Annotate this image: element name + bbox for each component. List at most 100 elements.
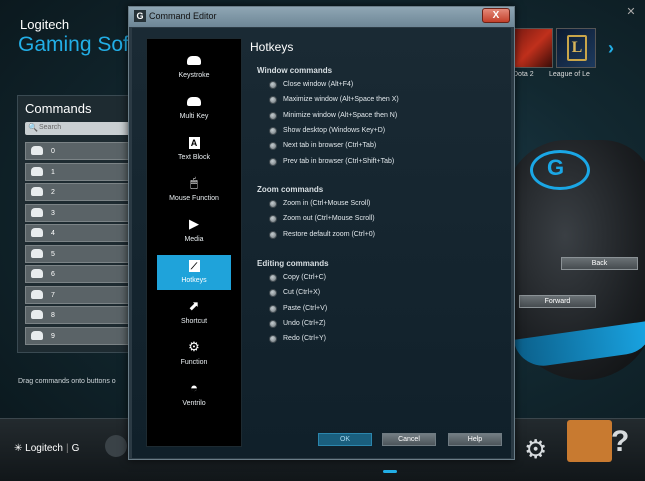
hotkey-option-label: Close window (Alt+F4) [283,81,354,88]
command-label: 0 [51,148,55,155]
lol-logo-icon: L [567,35,587,61]
drag-hint: Drag commands onto buttons o [18,378,116,385]
function-item-multi-key[interactable]: Multi Key [157,91,231,126]
cancel-button[interactable]: Cancel [382,433,436,446]
shortcut-icon: ⬈ [188,298,200,313]
search-input[interactable]: 🔍 Search [25,122,133,135]
hotkey-option-label: Next tab in browser (Ctrl+Tab) [283,142,377,150]
content-title: Hotkeys [250,40,294,54]
commands-heading: Commands [25,101,92,116]
function-item-text-block[interactable]: A Text Block [157,132,231,167]
footer-brand-text: Logitech [25,443,63,454]
keystroke-icon [31,207,43,217]
command-item[interactable]: 0 [25,142,133,160]
back-button-assignment[interactable]: Back [561,257,638,270]
command-label: 9 [51,332,55,340]
function-label: Function [180,359,208,366]
multi-key-icon [157,93,231,110]
game-tile-dota[interactable] [513,28,553,68]
command-item[interactable]: 1 [25,162,133,181]
radio-button[interactable] [269,81,277,89]
function-label: Ventrilo [182,400,206,407]
radio-button[interactable] [269,111,277,120]
section-title: Zoom commands [257,185,324,194]
command-label: 1 [51,168,55,176]
app-close-icon[interactable]: ✕ [624,5,638,18]
page-indicator [383,470,397,473]
hotkey-option-label: Show desktop (Windows Key+D) [283,126,386,134]
hotkey-option-label: Paste (Ctrl+V) [283,304,328,312]
gear-icon[interactable]: ⚙ [524,434,547,465]
command-label: 2 [51,189,55,196]
function-item-mouse-function[interactable]: 🖱 Mouse Function [157,173,231,208]
command-item[interactable]: 6 [25,265,133,283]
radio-button[interactable] [269,335,277,344]
function-item-shortcut[interactable]: ⬈ Shortcut [157,296,231,331]
radio-button[interactable] [269,142,277,151]
dialog-body: Keystroke Multi Key A Text Block 🖱 Mouse Func… [132,28,511,458]
radio-button[interactable] [269,304,277,313]
commands-panel: Commands 🔍 Search 0 1 2 3 4 5 6 7 8 9 [17,95,133,353]
function-label: Mouse Function [169,195,219,202]
keystroke-icon [31,166,43,176]
help-icon[interactable]: ? [611,425,629,459]
hotkey-option-label: Prev tab in browser (Ctrl+Shift+Tab) [283,157,395,165]
function-item-hotkeys[interactable]: ⟋ Hotkeys [157,255,231,290]
mouse-function-icon: 🖱 [190,175,198,190]
footer-brand: ✳ Logitech | G [14,443,80,454]
function-label: Multi Key [179,113,209,120]
media-icon: ▶ [189,216,199,231]
section-title: Editing commands [257,259,329,268]
radio-button[interactable] [269,289,277,298]
ok-button[interactable]: OK [318,433,372,446]
radio-button[interactable] [269,215,277,224]
command-label: 3 [51,209,55,217]
hotkey-option-label: Zoom out (Ctrl+Mouse Scroll) [283,215,375,223]
keystroke-icon [31,330,43,340]
footer-g: G [71,443,80,454]
keystroke-icon [31,248,43,258]
dialog-titlebar[interactable]: G Command Editor X [129,7,514,27]
function-label: Keystroke [178,72,210,79]
radio-button[interactable] [269,274,277,282]
function-label: Text Block [178,154,210,161]
dialog-title: Command Editor [149,11,217,21]
radio-button[interactable] [269,230,277,239]
forward-button-assignment[interactable]: Forward [519,295,596,308]
text-block-icon: A [157,134,231,150]
profile-swap-icon[interactable] [567,420,612,462]
help-button[interactable]: Help [448,433,502,446]
radio-button[interactable] [269,319,277,328]
keystroke-icon [31,228,43,237]
function-item-keystroke[interactable]: Keystroke [157,50,231,85]
hotkey-option-label: Maximize window (Alt+Space then X) [283,96,399,104]
hotkeys-icon: ⟋ [157,257,231,273]
command-item[interactable]: 5 [25,244,133,263]
hotkey-option-label: Undo (Ctrl+Z) [283,319,326,327]
function-item-function[interactable]: ⚙ Function [157,337,231,372]
command-item[interactable]: 7 [25,285,133,304]
command-label: 4 [51,230,55,237]
radio-button[interactable] [269,126,277,135]
command-item[interactable]: 3 [25,203,133,222]
game-label: League of Le [549,71,590,78]
g-logo-icon: G [547,155,565,180]
game-tile-lol[interactable]: L [556,28,596,68]
close-button[interactable]: X [482,8,510,23]
command-item[interactable]: 9 [25,326,133,345]
radio-button[interactable] [269,200,277,208]
function-icon: ⚙ [188,339,200,354]
function-item-ventrilo[interactable]: ◓ Ventrilo [157,378,231,413]
function-item-media[interactable]: ▶ Media [157,214,231,249]
radio-button[interactable] [269,157,277,166]
search-icon: 🔍 [28,123,38,132]
command-item[interactable]: 4 [25,224,133,242]
command-item[interactable]: 2 [25,183,133,201]
search-placeholder: Search [39,124,62,131]
command-item[interactable]: 8 [25,306,133,324]
radio-button[interactable] [269,96,277,105]
device-icon[interactable] [105,435,127,457]
command-label: 5 [51,250,55,258]
hotkey-option-label: Copy (Ctrl+C) [283,274,326,281]
chevron-right-icon[interactable]: › [608,38,614,59]
